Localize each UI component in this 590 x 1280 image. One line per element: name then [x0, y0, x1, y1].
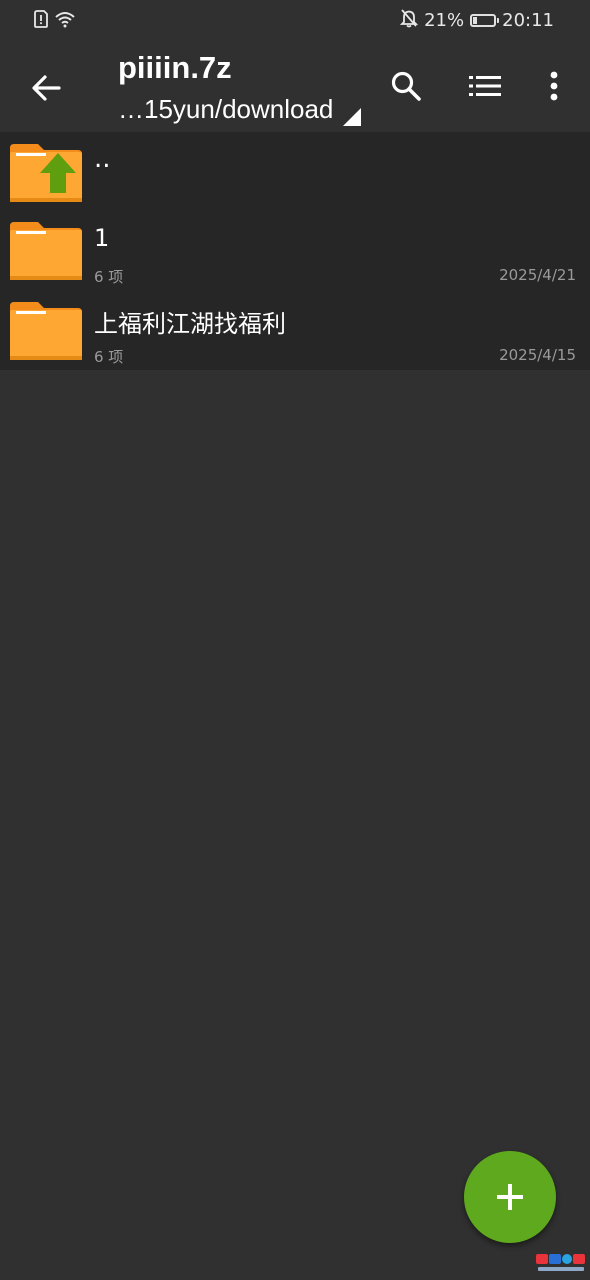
battery-level-fill	[473, 17, 478, 24]
sim-alert-icon	[34, 10, 48, 32]
folder-icon	[10, 222, 82, 280]
search-icon	[391, 71, 421, 101]
toolbar: piiiin.7z …15yun/download	[0, 40, 590, 132]
arrow-back-icon	[32, 75, 61, 101]
list-item[interactable]: 1 6 项 2025/4/21	[0, 210, 590, 290]
more-vert-icon	[550, 71, 558, 101]
modified-date: 2025/4/21	[499, 266, 576, 284]
clock: 20:11	[502, 10, 554, 31]
status-left	[34, 10, 76, 32]
path-selector[interactable]: …15yun/download	[118, 94, 333, 125]
battery-icon	[470, 14, 500, 27]
folder-icon	[10, 302, 82, 360]
status-bar: 21% 20:11	[0, 0, 590, 40]
item-count: 6 项	[94, 348, 124, 366]
folder-up-icon	[10, 144, 82, 202]
parent-directory-row[interactable]: ..	[0, 132, 590, 210]
list-item[interactable]: 上福利江湖找福利 6 项 2025/4/15	[0, 290, 590, 370]
more-options-button[interactable]	[530, 62, 578, 110]
bell-off-icon	[399, 8, 419, 33]
wifi-icon	[54, 10, 76, 32]
item-count: 6 项	[94, 268, 124, 286]
status-right: 21% 20:11	[399, 8, 554, 33]
list-view-icon	[469, 76, 501, 96]
file-list: .. 1 6 项 2025/4/21 上福利江湖找福利 6 项 2025/4/1…	[0, 132, 590, 370]
dropdown-triangle-icon[interactable]	[343, 108, 361, 126]
archive-title: piiiin.7z	[118, 50, 232, 85]
modified-date: 2025/4/15	[499, 346, 576, 364]
file-name: 上福利江湖找福利	[94, 310, 286, 338]
add-button[interactable]	[464, 1151, 556, 1243]
battery-percent: 21%	[424, 10, 465, 31]
file-name: 1	[94, 224, 110, 252]
list-view-button[interactable]	[461, 62, 509, 110]
watermark-logo	[536, 1254, 585, 1271]
file-name: ..	[94, 144, 111, 174]
file-browser-screen: 21% 20:11 piiiin.7z …15yun/download .. 1…	[0, 0, 590, 1280]
search-button[interactable]	[382, 62, 430, 110]
plus-icon	[497, 1184, 523, 1210]
back-button[interactable]	[22, 64, 70, 112]
